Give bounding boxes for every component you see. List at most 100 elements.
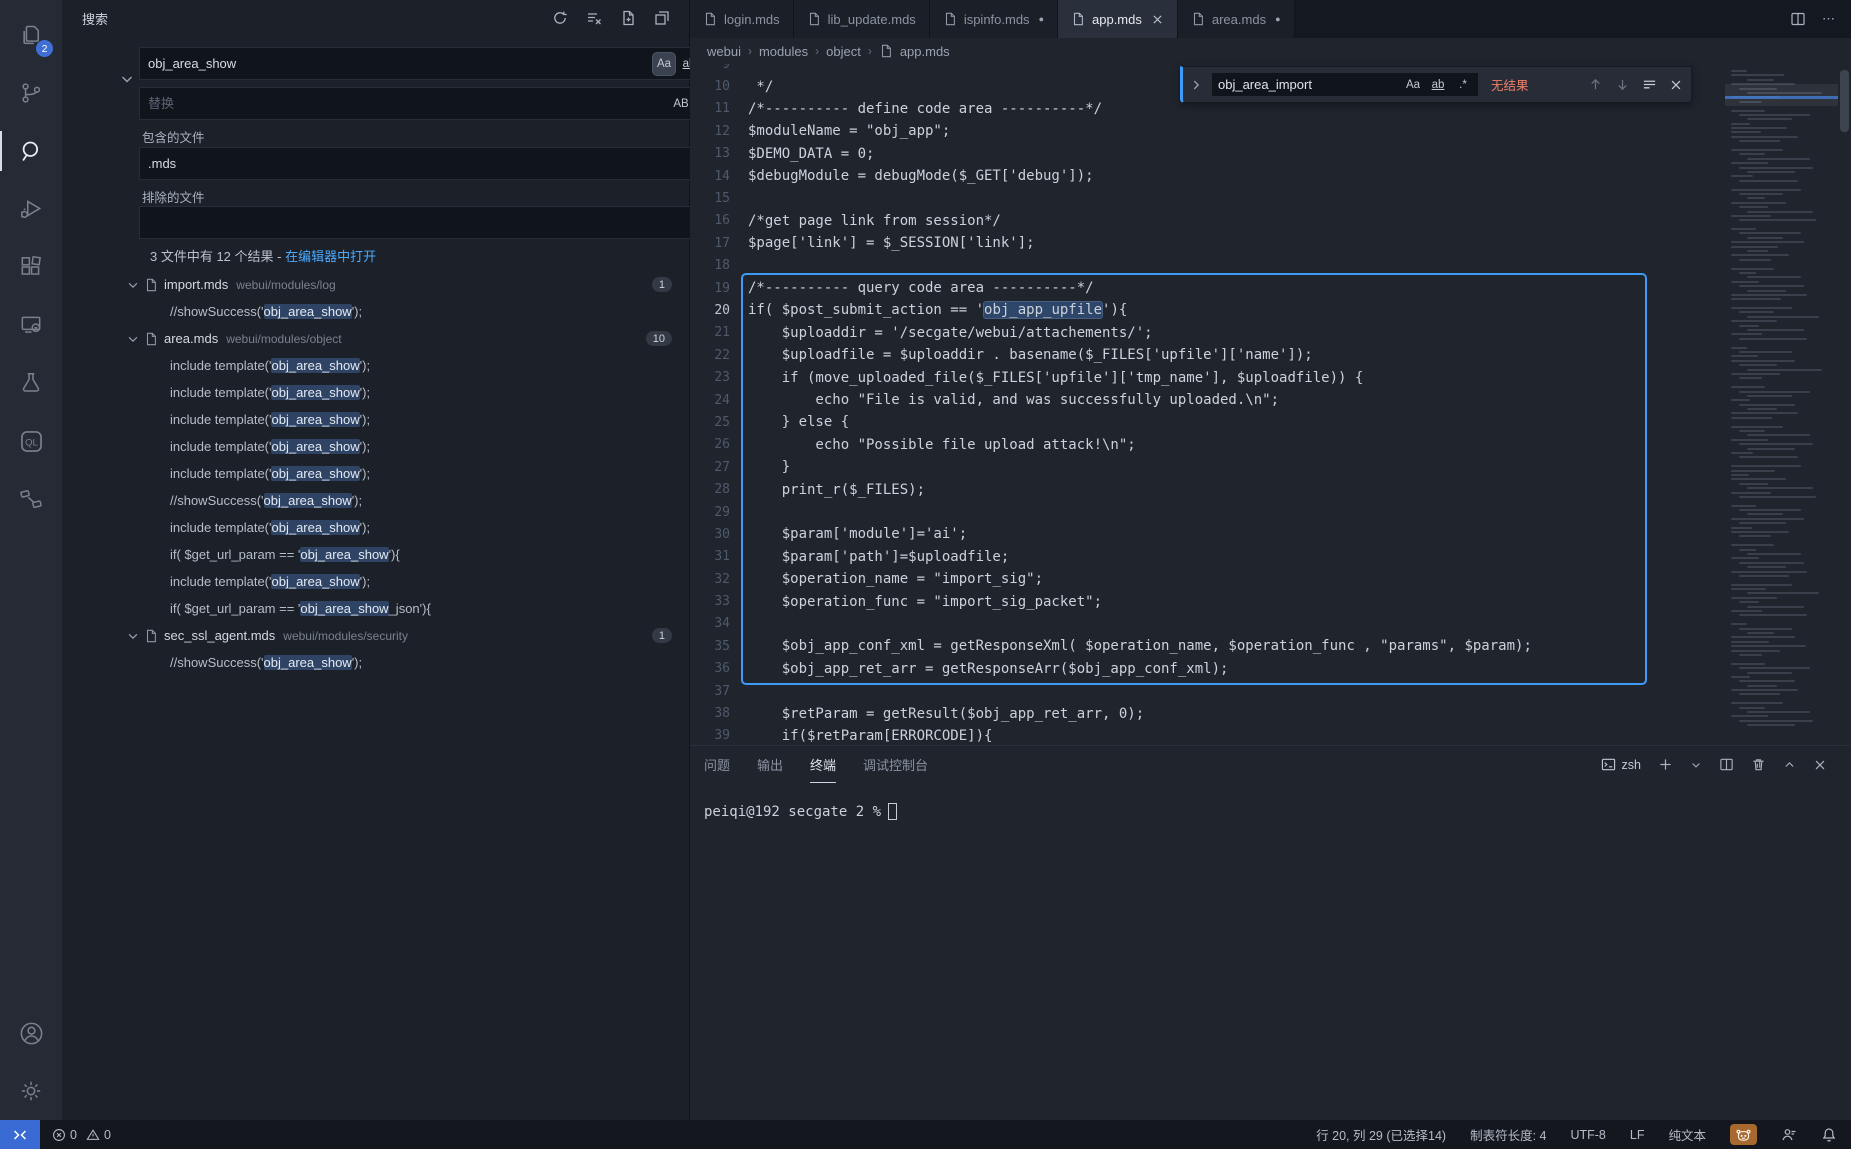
code-line-39[interactable]: 39 if($retParam[ERRORCODE]){	[690, 725, 1721, 745]
code-line-29[interactable]: 29	[690, 501, 1721, 523]
chevron-down-icon[interactable]	[126, 278, 144, 292]
tab-lib_update.mds[interactable]: lib_update.mds	[794, 0, 930, 38]
code-line-28[interactable]: 28 print_r($_FILES);	[690, 478, 1721, 500]
settings-gear-icon[interactable]	[0, 1062, 62, 1120]
problems-status[interactable]: 0 0	[52, 1128, 111, 1142]
terminal-content[interactable]: peiqi@192 secgate 2 %	[704, 803, 897, 820]
search-match-row[interactable]: //showSuccess('obj_area_show');	[62, 298, 690, 325]
kill-terminal-trash-icon[interactable]	[1751, 757, 1766, 772]
code-line-27[interactable]: 27 }	[690, 456, 1721, 478]
search-match-row[interactable]: //showSuccess('obj_area_show');	[62, 649, 690, 676]
code-line-33[interactable]: 33 $operation_func = "import_sig_packet"…	[690, 590, 1721, 612]
tab-app.mds[interactable]: app.mds	[1058, 0, 1178, 38]
feedback-person-icon[interactable]	[1781, 1127, 1797, 1143]
code-line-25[interactable]: 25 } else {	[690, 411, 1721, 433]
code-line-12[interactable]: 12$moduleName = "obj_app";	[690, 120, 1721, 142]
codeql-icon[interactable]: QL	[0, 412, 62, 470]
account-icon[interactable]	[0, 1004, 62, 1062]
search-match-row[interactable]: include template('obj_area_show');	[62, 514, 690, 541]
pipelines-icon[interactable]	[0, 470, 62, 528]
search-match-row[interactable]: include template('obj_area_show');	[62, 433, 690, 460]
code-line-35[interactable]: 35 $obj_app_conf_xml = getResponseXml( $…	[690, 635, 1721, 657]
code-line-20[interactable]: 20if( $post_submit_action == 'obj_app_up…	[690, 299, 1721, 321]
code-line-22[interactable]: 22 $uploadfile = $uploaddir . basename($…	[690, 344, 1721, 366]
minimap[interactable]	[1725, 64, 1838, 745]
chevron-down-icon[interactable]	[126, 629, 144, 643]
code-line-32[interactable]: 32 $operation_name = "import_sig";	[690, 568, 1721, 590]
code-line-15[interactable]: 15	[690, 187, 1721, 209]
editor-scrollbar[interactable]	[1838, 64, 1851, 745]
source-control-icon[interactable]	[0, 64, 62, 122]
replace-input[interactable]	[140, 96, 670, 111]
notifications-bell-icon[interactable]	[1821, 1127, 1837, 1143]
code-line-14[interactable]: 14$debugModule = debugMode($_GET['debug'…	[690, 165, 1721, 187]
find-next-arrow-icon[interactable]	[1615, 77, 1630, 92]
new-terminal-plus-icon[interactable]	[1658, 757, 1673, 772]
search-result-file-row[interactable]: import.mdswebui/modules/log1	[62, 271, 690, 298]
minimap-viewport[interactable]	[1725, 84, 1838, 106]
open-results-in-editor-icon[interactable]	[651, 7, 673, 29]
search-match-row[interactable]: if( $get_url_param == 'obj_area_show_jso…	[62, 595, 690, 622]
code-line-21[interactable]: 21 $uploaddir = '/secgate/webui/attachem…	[690, 322, 1721, 344]
search-match-row[interactable]: include template('obj_area_show');	[62, 379, 690, 406]
encoding-status[interactable]: UTF-8	[1570, 1128, 1605, 1142]
chevron-down-icon[interactable]	[126, 332, 144, 346]
breadcrumb-item[interactable]: object	[826, 44, 861, 59]
code-line-26[interactable]: 26 echo "Possible file upload attack!\n"…	[690, 434, 1721, 456]
code-line-31[interactable]: 31 $param['path']=$uploadfile;	[690, 546, 1721, 568]
breadcrumb-item[interactable]: webui	[707, 44, 741, 59]
code-line-38[interactable]: 38 $retParam = getResult($obj_app_ret_ar…	[690, 702, 1721, 724]
breadcrumb-item[interactable]: modules	[759, 44, 808, 59]
panel-tab-输出[interactable]: 输出	[757, 746, 783, 783]
search-result-file-row[interactable]: sec_ssl_agent.mdswebui/modules/security1	[62, 622, 690, 649]
terminal-shell-chip[interactable]: zsh	[1601, 757, 1641, 772]
code-line-37[interactable]: 37	[690, 680, 1721, 702]
search-input[interactable]	[140, 56, 653, 71]
search-match-row[interactable]: if( $get_url_param == 'obj_area_show'){	[62, 541, 690, 568]
files-to-exclude-input[interactable]	[140, 215, 703, 230]
code-line-18[interactable]: 18	[690, 255, 1721, 277]
tab-size-status[interactable]: 制表符长度: 4	[1470, 1125, 1546, 1144]
language-mode-status[interactable]: 纯文本	[1668, 1125, 1706, 1144]
search-match-row[interactable]: include template('obj_area_show');	[62, 352, 690, 379]
search-match-row[interactable]: //showSuccess('obj_area_show');	[62, 487, 690, 514]
terminal-profile-chevron-icon[interactable]	[1690, 759, 1702, 771]
code-line-16[interactable]: 16/*get page link from session*/	[690, 210, 1721, 232]
eol-status[interactable]: LF	[1630, 1128, 1645, 1142]
refresh-icon[interactable]	[549, 7, 571, 29]
maximize-panel-chevron-icon[interactable]	[1783, 758, 1796, 771]
search-match-row[interactable]: include template('obj_area_show');	[62, 460, 690, 487]
code-line-13[interactable]: 13$DEMO_DATA = 0;	[690, 143, 1721, 165]
search-result-file-row[interactable]: area.mdswebui/modules/object10	[62, 325, 690, 352]
code-line-19[interactable]: 19/*---------- query code area ---------…	[690, 277, 1721, 299]
match-case-toggle[interactable]: Aa	[653, 53, 675, 75]
code-line-24[interactable]: 24 echo "File is valid, and was successf…	[690, 389, 1721, 411]
code-line-17[interactable]: 17$page['link'] = $_SESSION['link'];	[690, 232, 1721, 254]
toggle-replace-chevron-icon[interactable]	[119, 71, 135, 87]
remote-explorer-icon[interactable]	[0, 296, 62, 354]
files-to-include-input[interactable]	[140, 156, 703, 171]
find-widget-expand-chevron-icon[interactable]	[1189, 78, 1203, 92]
code-line-36[interactable]: 36 $obj_app_ret_arr = getResponseArr($ob…	[690, 658, 1721, 680]
code-line-34[interactable]: 34	[690, 613, 1721, 635]
panel-tab-问题[interactable]: 问题	[704, 746, 730, 783]
find-input[interactable]	[1212, 77, 1402, 92]
split-editor-icon[interactable]	[1790, 11, 1806, 27]
ai-assistant-icon[interactable]	[1730, 1124, 1757, 1145]
tab-ispinfo.mds[interactable]: ispinfo.mds●	[930, 0, 1058, 38]
clear-search-results-icon[interactable]	[583, 7, 605, 29]
find-previous-arrow-icon[interactable]	[1588, 77, 1603, 92]
find-regex-toggle[interactable]: .*	[1452, 74, 1474, 96]
find-whole-word-toggle[interactable]: ab	[1427, 74, 1449, 96]
find-in-selection-icon[interactable]	[1642, 77, 1657, 92]
search-match-row[interactable]: include template('obj_area_show');	[62, 568, 690, 595]
explorer-icon[interactable]: 2	[0, 6, 62, 64]
more-actions-icon[interactable]: ⋯	[1822, 11, 1835, 27]
find-match-case-toggle[interactable]: Aa	[1402, 74, 1424, 96]
tab-area.mds[interactable]: area.mds●	[1178, 0, 1295, 38]
search-icon-activity[interactable]	[0, 122, 62, 180]
extensions-icon[interactable]	[0, 238, 62, 296]
split-terminal-icon[interactable]	[1719, 757, 1734, 772]
testing-icon[interactable]	[0, 354, 62, 412]
find-close-icon[interactable]	[1669, 78, 1683, 92]
